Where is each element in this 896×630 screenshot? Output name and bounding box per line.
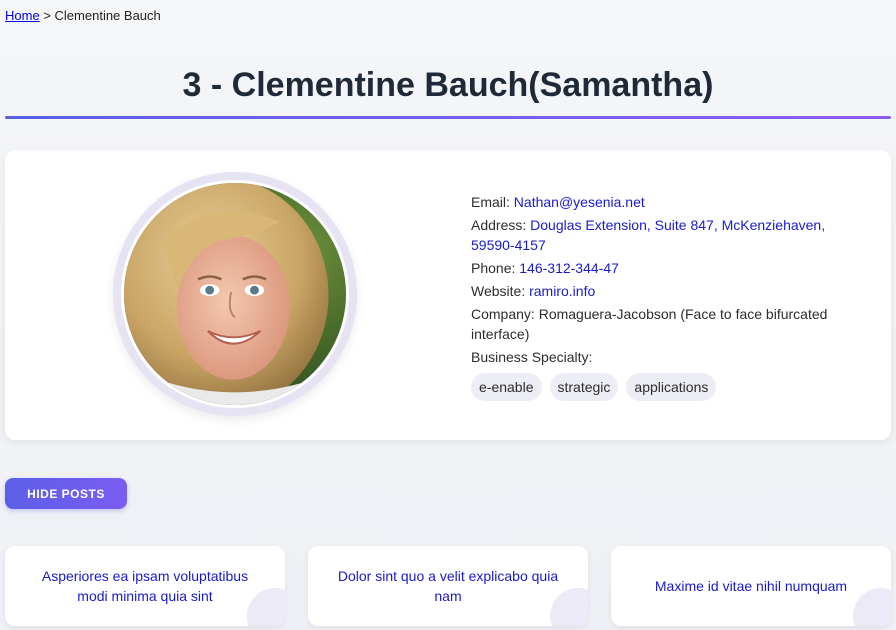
phone-label: Phone: [471,260,516,276]
avatar-photo [124,183,346,405]
breadcrumb: Home > Clementine Bauch [5,8,161,23]
website-label: Website: [471,283,526,299]
hide-posts-button[interactable]: HIDE POSTS [5,478,127,509]
profile-info: Email: Nathan@yesenia.net Address: Dougl… [471,192,861,401]
company-row: Company: Romaguera-Jacobson (Face to fac… [471,304,861,344]
phone-value[interactable]: 146-312-344-47 [519,260,619,276]
title-divider [5,116,891,119]
profile-card: Email: Nathan@yesenia.net Address: Dougl… [5,150,891,440]
phone-row: Phone: 146-312-344-47 [471,258,861,278]
specialty-tags: e-enable strategic applications [471,373,861,401]
post-title[interactable]: Maxime id vitae nihil numquam [655,576,847,596]
email-label: Email: [471,194,510,210]
avatar-ring [113,172,357,416]
website-row: Website: ramiro.info [471,281,861,301]
post-title[interactable]: Asperiores ea ipsam voluptatibus modi mi… [25,566,265,606]
address-row: Address: Douglas Extension, Suite 847, M… [471,215,861,255]
email-row: Email: Nathan@yesenia.net [471,192,861,212]
specialty-tag: strategic [549,373,619,401]
breadcrumb-separator: > [43,8,51,23]
address-label: Address: [471,217,527,233]
specialty-label: Business Specialty: [471,349,593,365]
website-value[interactable]: ramiro.info [529,283,595,299]
email-value[interactable]: Nathan@yesenia.net [514,194,645,210]
post-card-decoration [853,588,891,626]
avatar [121,180,349,408]
post-card[interactable]: Asperiores ea ipsam voluptatibus modi mi… [5,546,285,626]
page-title: 3 - Clementine Bauch(Samantha) [182,66,714,104]
post-card[interactable]: Maxime id vitae nihil numquam [611,546,891,626]
breadcrumb-home-link[interactable]: Home [5,8,40,23]
specialty-tag: e-enable [471,373,542,401]
post-title[interactable]: Dolor sint quo a velit explicabo quia na… [328,566,568,606]
breadcrumb-current: Clementine Bauch [54,8,161,23]
company-label: Company: [471,306,535,322]
post-card[interactable]: Dolor sint quo a velit explicabo quia na… [308,546,588,626]
specialty-tag: applications [626,373,717,401]
